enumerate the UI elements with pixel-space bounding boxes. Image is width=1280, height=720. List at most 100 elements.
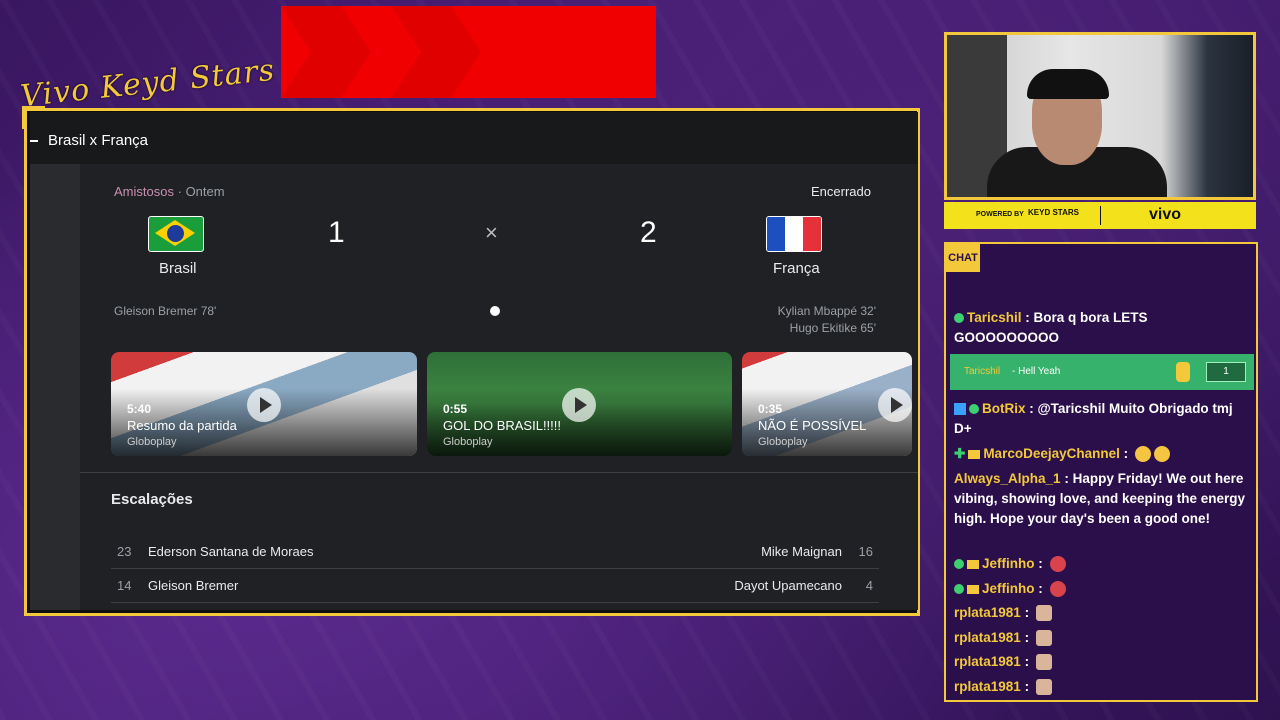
brand-logo-text: Vivo Keyd Stars bbox=[18, 52, 277, 115]
side-rail bbox=[30, 164, 80, 610]
video-duration: 0:35 bbox=[758, 402, 783, 416]
sponsor-divider bbox=[1100, 206, 1101, 225]
chat-message: Taricshil : Bora q bora LETS GOOOOOOOOO bbox=[954, 308, 1250, 348]
brazil-flag-icon[interactable] bbox=[148, 216, 204, 252]
meta-separator: · bbox=[177, 184, 182, 199]
page-title: Brasil x França bbox=[48, 132, 149, 149]
away-team-name[interactable]: França bbox=[773, 260, 820, 277]
chat-text: : bbox=[1123, 446, 1129, 461]
chat-username[interactable]: Jeffinho bbox=[982, 556, 1035, 571]
match-status: Encerrado bbox=[811, 184, 871, 199]
vivo-logo: vivo bbox=[1149, 206, 1182, 223]
home-player-name: Ederson Santana de Moraes bbox=[148, 544, 314, 559]
video-card[interactable]: 5:40 Resumo da partida Globoplay bbox=[111, 352, 417, 456]
panel-header: Brasil x França bbox=[30, 112, 918, 164]
video-source: Globoplay bbox=[443, 436, 493, 448]
lineup-row[interactable]: 23 Ederson Santana de Moraes Mike Maigna… bbox=[111, 536, 879, 568]
hype-card: Taricshil - Hell Yeah 1 bbox=[950, 354, 1254, 390]
play-icon[interactable] bbox=[562, 388, 596, 422]
chat-message: rplata1981 : bbox=[954, 628, 1250, 648]
bot-icon bbox=[954, 403, 966, 416]
away-score: 2 bbox=[640, 216, 657, 249]
face-emote-icon bbox=[1035, 654, 1052, 671]
away-player-number: 4 bbox=[865, 578, 873, 593]
chat-username[interactable]: rplata1981 bbox=[954, 679, 1021, 694]
verified-icon bbox=[969, 404, 979, 415]
chat-message: Always_Alpha_1 : Happy Friday! We out he… bbox=[954, 469, 1250, 529]
match-panel: Brasil x França Amistosos · Ontem Encerr… bbox=[30, 112, 918, 610]
streamer-cap bbox=[1027, 69, 1109, 99]
chat-username[interactable]: Always_Alpha_1 bbox=[954, 471, 1061, 486]
home-player-number: 14 bbox=[117, 578, 132, 593]
row-divider bbox=[111, 602, 879, 603]
home-player-number: 23 bbox=[117, 544, 132, 559]
crown-icon bbox=[967, 559, 979, 569]
face-emote-icon bbox=[1035, 679, 1052, 696]
video-title: GOL DO BRASIL!!!!! bbox=[443, 418, 561, 433]
chat-message: rplata1981 : bbox=[954, 603, 1250, 623]
chat-username[interactable]: rplata1981 bbox=[954, 605, 1021, 620]
chat-username[interactable]: BotRix bbox=[982, 401, 1026, 416]
away-player-number: 16 bbox=[858, 544, 873, 559]
away-player-name: Mike Maignan bbox=[761, 544, 842, 559]
chat-text: : bbox=[1024, 630, 1030, 645]
chat-username[interactable]: MarcoDeejayChannel bbox=[983, 446, 1120, 461]
chat-username[interactable]: rplata1981 bbox=[954, 654, 1021, 669]
verified-icon bbox=[954, 313, 964, 324]
chat-username[interactable]: Jeffinho bbox=[982, 581, 1035, 596]
video-title: NÃO É POSSÍVEL bbox=[758, 418, 867, 433]
video-source: Globoplay bbox=[758, 436, 808, 448]
video-source: Globoplay bbox=[127, 436, 177, 448]
chat-message: BotRix : @Taricshil Muito Obrigado tmj D… bbox=[954, 399, 1250, 439]
chat-text: : bbox=[1024, 605, 1030, 620]
chat-message: rplata1981 : bbox=[954, 652, 1250, 672]
home-score: 1 bbox=[328, 216, 345, 249]
chat-message: Jeffinho : bbox=[954, 554, 1250, 574]
match-date: Ontem bbox=[185, 184, 225, 199]
plus-icon: ✚ bbox=[954, 446, 966, 461]
video-duration: 5:40 bbox=[127, 402, 152, 416]
chat-text: : bbox=[1024, 654, 1030, 669]
chat-message: Jeffinho : bbox=[954, 579, 1250, 599]
match-meta: Amistosos · Ontem bbox=[114, 184, 225, 199]
chat-text: : bbox=[1024, 679, 1030, 694]
sponsor-banner bbox=[281, 6, 656, 98]
verified-icon bbox=[954, 584, 964, 595]
lineups-heading: Escalações bbox=[111, 491, 193, 508]
hype-count: 1 bbox=[1206, 362, 1246, 382]
lineup-row[interactable]: 14 Gleison Bremer Dayot Upamecano 4 bbox=[111, 570, 879, 602]
play-icon[interactable] bbox=[247, 388, 281, 422]
video-duration: 0:55 bbox=[443, 402, 468, 416]
competition-link[interactable]: Amistosos bbox=[114, 184, 174, 199]
webcam-sponsor-bar: POWERED BY KEYD STARS vivo bbox=[944, 202, 1256, 229]
away-player-name: Dayot Upamecano bbox=[734, 578, 842, 593]
face-emote-icon bbox=[1035, 630, 1052, 647]
chat-label: CHAT bbox=[946, 244, 980, 272]
webcam-feed bbox=[944, 32, 1256, 200]
crown-icon bbox=[968, 449, 981, 459]
row-divider bbox=[111, 568, 879, 569]
chat-text: : bbox=[1038, 581, 1043, 596]
powered-by-label: POWERED BY bbox=[976, 211, 1024, 218]
away-scorer: Hugo Ekitike 65' bbox=[789, 321, 876, 335]
banner-chevrons bbox=[281, 6, 481, 98]
france-flag-icon[interactable] bbox=[766, 216, 822, 252]
clown-emote-icon bbox=[1049, 581, 1066, 598]
crown-icon bbox=[967, 584, 979, 594]
heart-emote-icon bbox=[1049, 556, 1066, 573]
back-arrow-icon[interactable] bbox=[30, 140, 38, 142]
soccer-ball-icon bbox=[490, 306, 500, 316]
play-icon[interactable] bbox=[878, 388, 912, 422]
chat-username[interactable]: Taricshil bbox=[967, 310, 1022, 325]
chat-panel: CHAT Taricshil : Bora q bora LETS GOOOOO… bbox=[944, 242, 1258, 702]
face-emote-icon bbox=[1035, 605, 1052, 622]
home-team-name[interactable]: Brasil bbox=[159, 260, 197, 277]
rock-hand-icon bbox=[1176, 362, 1190, 382]
kiss-emoji-icon bbox=[1153, 446, 1170, 463]
home-scorer: Gleison Bremer 78' bbox=[114, 304, 217, 318]
hype-text: - Hell Yeah bbox=[1012, 366, 1061, 377]
video-card[interactable]: 0:35 NÃO É POSSÍVEL Globoplay bbox=[742, 352, 912, 456]
chat-username[interactable]: rplata1981 bbox=[954, 630, 1021, 645]
video-card[interactable]: 0:55 GOL DO BRASIL!!!!! Globoplay bbox=[427, 352, 732, 456]
verified-icon bbox=[954, 559, 964, 570]
